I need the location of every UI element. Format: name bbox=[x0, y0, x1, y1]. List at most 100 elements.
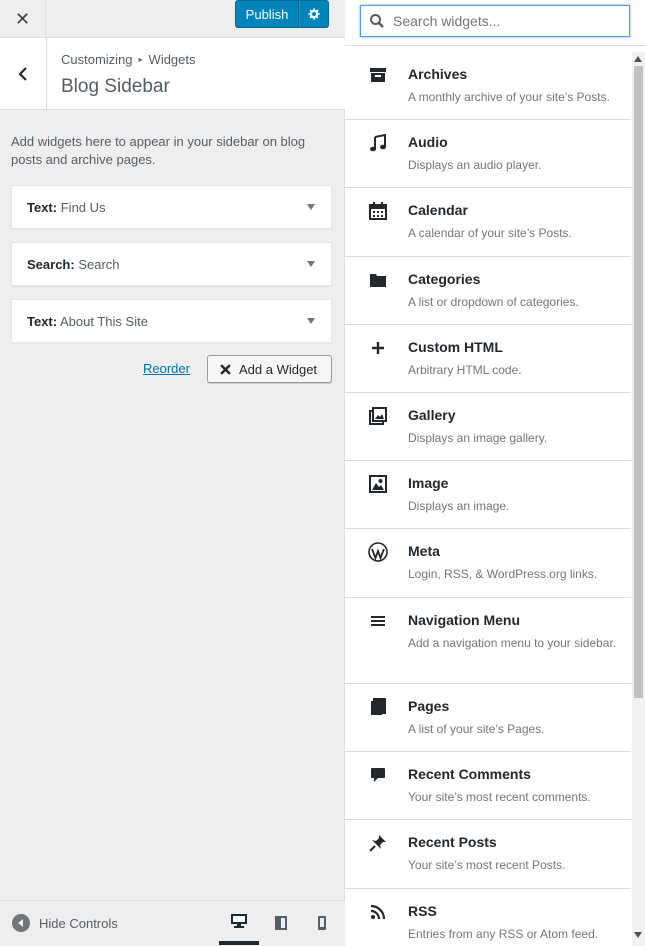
widget-type: Text: bbox=[27, 314, 58, 329]
widget-name: Archives bbox=[408, 66, 468, 82]
back-button[interactable] bbox=[0, 38, 47, 110]
available-widget-image[interactable]: Image Displays an image. bbox=[345, 461, 631, 529]
scroll-up-arrow-icon[interactable] bbox=[634, 56, 642, 62]
widget-card-text-find-us[interactable]: Text: Find Us bbox=[11, 185, 332, 229]
search-icon bbox=[370, 14, 384, 28]
available-widget-categories[interactable]: Categories A list or dropdown of categor… bbox=[345, 257, 631, 325]
mobile-icon bbox=[318, 916, 326, 930]
available-widget-archives[interactable]: Archives A monthly archive of your site’… bbox=[345, 52, 631, 120]
archive-icon bbox=[367, 64, 389, 86]
section-title: Blog Sidebar bbox=[61, 76, 170, 97]
customizer-sidebar: ✕ Publish Customizing ▸ Widgets Blog Sid… bbox=[0, 0, 345, 946]
available-widgets-list: Archives A monthly archive of your site’… bbox=[345, 52, 631, 946]
close-customizer-button[interactable]: ✕ bbox=[0, 0, 46, 38]
gallery-icon bbox=[367, 405, 389, 427]
widget-description: A monthly archive of your site’s Posts. bbox=[408, 90, 610, 104]
widget-name: Meta bbox=[408, 543, 440, 559]
customizer-footer: Hide Controls bbox=[0, 900, 345, 946]
section-header: Customizing ▸ Widgets Blog Sidebar bbox=[0, 38, 345, 110]
reorder-link[interactable]: Reorder bbox=[143, 361, 190, 376]
publish-settings-button[interactable] bbox=[299, 0, 329, 28]
available-widget-pages[interactable]: Pages A list of your site’s Pages. bbox=[345, 684, 631, 752]
widget-description: Arbitrary HTML code. bbox=[408, 363, 522, 377]
desktop-icon bbox=[231, 914, 247, 928]
available-widget-recent-comments[interactable]: Recent Comments Your site’s most recent … bbox=[345, 752, 631, 820]
breadcrumb: Customizing ▸ Widgets bbox=[61, 52, 196, 67]
breadcrumb-separator-icon: ▸ bbox=[138, 55, 143, 64]
search-input[interactable] bbox=[393, 13, 623, 29]
widget-name: Navigation Menu bbox=[408, 612, 521, 628]
available-widget-rss[interactable]: RSS Entries from any RSS or Atom feed. bbox=[345, 889, 631, 946]
music-note-icon bbox=[367, 132, 389, 154]
widget-list-scrollbar[interactable] bbox=[632, 52, 645, 946]
scrollbar-thumb[interactable] bbox=[634, 66, 643, 698]
widget-name: Audio bbox=[408, 134, 448, 150]
widget-description: Your site’s most recent comments. bbox=[408, 790, 591, 804]
tablet-icon bbox=[275, 916, 287, 930]
close-icon bbox=[220, 363, 231, 375]
available-widget-recent-posts[interactable]: Recent Posts Your site’s most recent Pos… bbox=[345, 820, 631, 889]
hide-controls-button[interactable]: Hide Controls bbox=[12, 914, 118, 932]
widget-description: A list or dropdown of categories. bbox=[408, 295, 579, 309]
widget-name: Calendar bbox=[408, 202, 468, 218]
widget-type: Search: bbox=[27, 257, 75, 272]
rss-icon bbox=[367, 901, 389, 923]
pages-icon bbox=[367, 696, 389, 718]
publish-group: Publish bbox=[235, 0, 329, 28]
widget-card-search[interactable]: Search: Search bbox=[11, 242, 332, 286]
available-widget-gallery[interactable]: Gallery Displays an image gallery. bbox=[345, 393, 631, 461]
available-widget-custom-html[interactable]: Custom HTML Arbitrary HTML code. bbox=[345, 325, 631, 393]
available-widget-audio[interactable]: Audio Displays an audio player. bbox=[345, 120, 631, 188]
publish-button[interactable]: Publish bbox=[235, 0, 299, 28]
wordpress-icon bbox=[367, 541, 389, 563]
widget-description: Displays an audio player. bbox=[408, 158, 542, 172]
plus-icon bbox=[367, 337, 389, 359]
available-widgets-panel: Archives A monthly archive of your site’… bbox=[345, 0, 645, 946]
widget-description: Displays an image gallery. bbox=[408, 431, 548, 445]
preview-tablet-button[interactable] bbox=[261, 901, 301, 945]
close-icon: ✕ bbox=[14, 8, 31, 29]
hide-controls-label: Hide Controls bbox=[39, 915, 118, 931]
image-icon bbox=[367, 473, 389, 495]
widget-name: Custom HTML bbox=[408, 339, 503, 355]
widget-name: Recent Comments bbox=[408, 766, 531, 782]
available-widget-calendar[interactable]: Calendar A calendar of your site’s Posts… bbox=[345, 188, 631, 257]
pin-icon bbox=[367, 832, 389, 854]
widget-search-bar bbox=[345, 0, 645, 46]
scroll-down-arrow-icon[interactable] bbox=[634, 932, 642, 938]
breadcrumb-parent: Customizing bbox=[61, 52, 133, 67]
gear-icon bbox=[308, 8, 320, 20]
widget-description: Entries from any RSS or Atom feed. bbox=[408, 927, 599, 941]
widget-card-text-about[interactable]: Text: About This Site bbox=[11, 299, 332, 343]
widget-card-title: Search: Search bbox=[27, 257, 120, 272]
widget-name: Categories bbox=[408, 271, 481, 287]
chevron-left-icon bbox=[18, 67, 27, 81]
breadcrumb-child: Widgets bbox=[148, 52, 196, 67]
widget-name: Gallery bbox=[408, 407, 456, 423]
add-widget-button[interactable]: Add a Widget bbox=[207, 355, 332, 383]
widget-search-box[interactable] bbox=[360, 5, 630, 37]
expand-arrow-icon[interactable] bbox=[307, 204, 315, 210]
widget-description: Your site’s most recent Posts. bbox=[408, 858, 566, 872]
customizer-header: ✕ Publish bbox=[0, 0, 345, 38]
add-widget-label: Add a Widget bbox=[239, 361, 318, 377]
comment-icon bbox=[367, 764, 389, 786]
widget-description: A calendar of your site’s Posts. bbox=[408, 226, 572, 240]
preview-mobile-button[interactable] bbox=[302, 901, 342, 945]
expand-arrow-icon[interactable] bbox=[307, 318, 315, 324]
widget-name: Pages bbox=[408, 698, 450, 714]
widget-name: About This Site bbox=[60, 314, 148, 329]
widget-description: Login, RSS, & WordPress.org links. bbox=[408, 567, 598, 581]
widget-name: Recent Posts bbox=[408, 834, 497, 850]
preview-desktop-button[interactable] bbox=[219, 901, 259, 945]
folder-icon bbox=[367, 269, 389, 291]
widget-description: Add a navigation menu to your sidebar. bbox=[408, 636, 617, 650]
section-description: Add widgets here to appear in your sideb… bbox=[11, 134, 306, 167]
widget-description: A list of your site’s Pages. bbox=[408, 722, 545, 736]
expand-arrow-icon[interactable] bbox=[307, 261, 315, 267]
available-widget-navigation-menu[interactable]: Navigation Menu Add a navigation menu to… bbox=[345, 598, 631, 684]
widget-description: Displays an image. bbox=[408, 499, 510, 513]
collapse-arrow-icon bbox=[12, 914, 30, 932]
available-widget-meta[interactable]: Meta Login, RSS, & WordPress.org links. bbox=[345, 529, 631, 598]
widget-card-title: Text: Find Us bbox=[27, 200, 106, 215]
